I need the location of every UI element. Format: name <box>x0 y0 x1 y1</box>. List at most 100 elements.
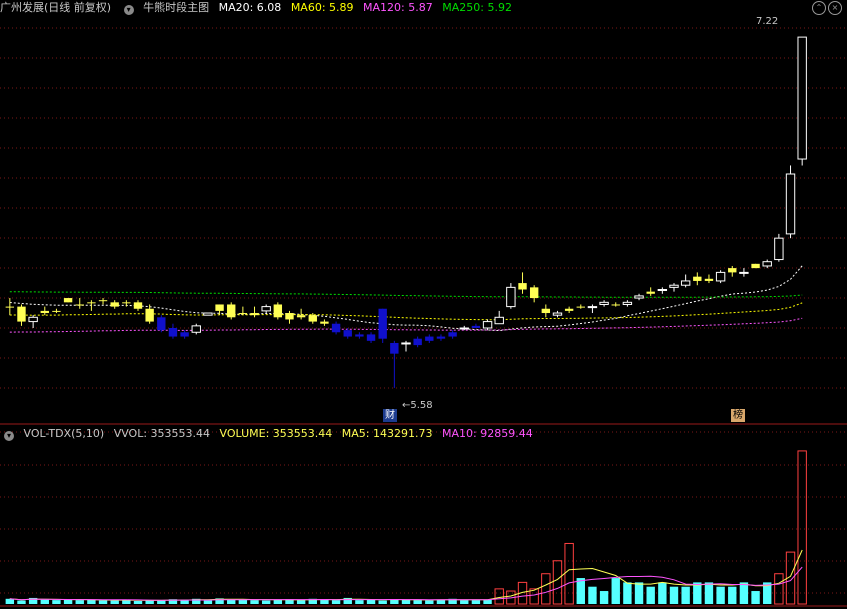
candle-body <box>669 284 679 288</box>
volume-bar <box>296 600 306 604</box>
candle-body <box>599 301 609 305</box>
volume-bar <box>355 600 364 604</box>
volume-bar <box>669 586 679 604</box>
collapse-icon[interactable]: ⌃ <box>812 1 826 15</box>
candle-body <box>587 306 598 309</box>
volume-bar <box>425 600 434 604</box>
candle-body <box>17 306 26 322</box>
candle-body <box>715 271 726 282</box>
stock-name[interactable]: 广州发展(日线 前复权) <box>0 1 111 14</box>
candle-body <box>436 336 446 339</box>
candle-body <box>238 313 248 315</box>
volume-bar <box>413 600 422 604</box>
volume-bar <box>483 599 492 604</box>
candle-body <box>98 300 108 302</box>
candle-body <box>355 334 364 337</box>
volume-bar <box>774 573 784 605</box>
candle-body <box>506 286 516 308</box>
volume-bar <box>331 600 341 604</box>
candle-body <box>296 315 306 318</box>
candle-body <box>52 310 61 312</box>
candle-body <box>459 327 469 330</box>
candle-body <box>343 330 352 337</box>
volume-bar <box>320 599 329 604</box>
candle-body <box>552 312 563 316</box>
moving-average-lines <box>9 265 803 333</box>
volume-bar <box>541 573 551 605</box>
candle-body <box>693 276 702 281</box>
ma250-line <box>9 291 803 298</box>
candle-body <box>762 261 772 267</box>
candle-body <box>366 334 376 341</box>
candle-body <box>191 325 201 333</box>
candle-body <box>261 306 271 312</box>
volume-bar <box>460 600 469 604</box>
candle-body <box>413 338 422 346</box>
candle-body <box>797 36 807 160</box>
candle-body <box>250 313 259 316</box>
candle-body <box>122 302 131 304</box>
dropdown-chevron-icon[interactable]: ▾ <box>4 431 14 441</box>
candle-body <box>646 291 655 294</box>
candle-body <box>680 280 691 286</box>
vol-ma10-value: MA10: 92859.44 <box>441 427 533 440</box>
volume-value: VOLUME: 353553.44 <box>219 427 333 440</box>
ma60-value: MA60: 5.89 <box>290 1 354 14</box>
candle-body <box>168 328 178 337</box>
volume-bar <box>110 600 119 604</box>
volume-bar <box>75 600 84 604</box>
candle-body <box>401 342 411 345</box>
close-icon[interactable]: × <box>828 1 842 15</box>
candle-body <box>541 308 551 314</box>
volume-bar <box>261 600 271 604</box>
finance-report-tag[interactable]: 财 <box>383 409 397 422</box>
volume-bar <box>250 600 259 604</box>
candle-body <box>739 271 749 274</box>
candle-body <box>576 306 585 308</box>
vol-indicator-name[interactable]: VOL-TDX(5,10) <box>24 427 105 440</box>
ma60-line <box>9 302 803 321</box>
candle-body <box>5 306 15 308</box>
candle-body <box>425 336 434 341</box>
dropdown-chevron-icon[interactable]: ▾ <box>123 5 134 15</box>
candle-body <box>331 323 341 333</box>
candle-body <box>110 302 119 307</box>
candle-body <box>320 321 329 324</box>
volume-header: ▾ VOL-TDX(5,10) VVOL: 353553.44 VOLUME: … <box>0 426 539 442</box>
candle-body <box>518 283 527 290</box>
candle-body <box>308 315 317 322</box>
candle-body <box>215 304 224 311</box>
volume-bar <box>797 450 807 605</box>
leaderboard-tag[interactable]: 榜 <box>731 409 745 422</box>
candle-body <box>87 302 96 304</box>
volume-bar <box>40 599 49 604</box>
volume-bar <box>646 586 655 604</box>
candle-body <box>564 308 574 311</box>
candle-body <box>227 304 236 318</box>
candle-body <box>482 321 493 329</box>
indicator-name[interactable]: 牛熊时段主图 <box>143 1 209 14</box>
volume-bar <box>238 599 248 604</box>
ma250-value: MA250: 5.92 <box>442 1 512 14</box>
volume-bar <box>739 582 749 604</box>
ma20-value: MA20: 6.08 <box>218 1 282 14</box>
candle-body <box>494 316 504 325</box>
low-price-label: ←5.58 <box>402 400 433 411</box>
volume-bar <box>693 582 702 604</box>
candle-body <box>751 263 760 269</box>
candle-body <box>622 301 633 305</box>
volume-bar <box>716 586 725 604</box>
stock-chart <box>0 27 847 607</box>
volume-bar <box>52 600 61 604</box>
volume-bar <box>5 598 15 604</box>
main-chart-header: 广州发展(日线 前复权) ▾ 牛熊时段主图 MA20: 6.08 MA60: 5… <box>0 0 518 16</box>
volume-bar <box>378 600 387 604</box>
candle-body <box>180 332 189 337</box>
volume-bar <box>401 599 411 604</box>
candle-body <box>785 173 796 235</box>
ma120-value: MA120: 5.87 <box>363 1 433 14</box>
high-price-label: 7.22 <box>756 16 779 27</box>
candle-body <box>63 298 73 303</box>
volume-bar <box>471 600 481 604</box>
volume-bar <box>203 600 213 604</box>
